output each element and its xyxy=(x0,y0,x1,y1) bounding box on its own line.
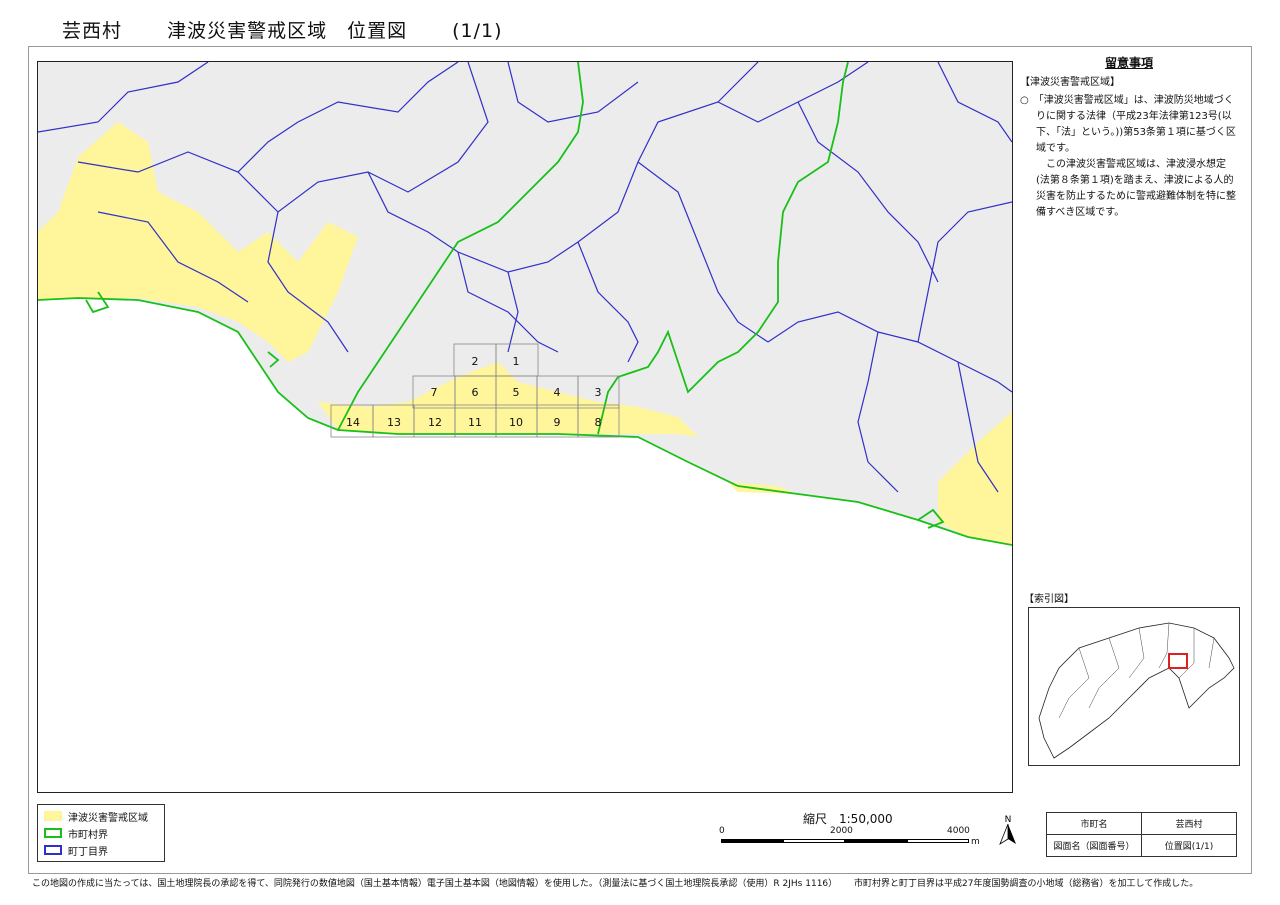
scale-tick: 4000 xyxy=(947,826,970,836)
grid-label: 6 xyxy=(472,386,479,399)
info-table: 市町名 芸西村 図面名（図面番号） 位置図(1/1) xyxy=(1046,812,1237,857)
grid-label: 13 xyxy=(387,416,401,429)
legend-item: 市町村界 xyxy=(44,826,108,841)
north-label: N xyxy=(1005,815,1012,825)
notes-paragraph-1: ○ 「津波災害警戒区域」は、津波防災地域づくりに関する法律（平成23年法律第12… xyxy=(1020,95,1236,154)
scale-segment xyxy=(721,839,783,843)
scale-segment xyxy=(907,839,969,843)
legend-label: 津波災害警戒区域 xyxy=(68,812,148,824)
page-number: (1/1) xyxy=(452,20,503,42)
north-arrow: N xyxy=(996,812,1020,848)
legend-item: 津波災害警戒区域 xyxy=(44,809,148,824)
scale-segment xyxy=(845,839,907,843)
grid-label: 7 xyxy=(431,386,438,399)
info-key: 市町名 xyxy=(1046,812,1142,835)
index-map-canvas xyxy=(1038,622,1235,759)
legend-label: 町丁目界 xyxy=(68,846,108,858)
notes-section: 【津波災害警戒区域】 xyxy=(1020,77,1120,88)
info-key: 図面名（図面番号） xyxy=(1046,834,1142,857)
prefecture-outline xyxy=(1038,622,1235,759)
scale-unit: m xyxy=(971,837,980,847)
scale-title: 縮尺 1:50,000 xyxy=(803,812,893,826)
grid-label: 5 xyxy=(513,386,520,399)
grid-label: 14 xyxy=(346,416,360,429)
grid-label: 8 xyxy=(595,416,602,429)
legend-swatch-district xyxy=(44,845,62,855)
table-row: 図面名（図面番号） 位置図(1/1) xyxy=(1046,834,1237,857)
footer-text-b: 市町村界と町丁目界は平成27年度国勢調査の小地域（総務省）を加工して作成した。 xyxy=(854,879,1199,889)
legend-swatch-municipal xyxy=(44,828,62,838)
notes-heading: 留意事項 xyxy=(1104,56,1153,70)
village-name: 芸西村 xyxy=(62,20,123,42)
north-arrow-icon: N xyxy=(999,815,1016,845)
footer-note: この地図の作成に当たっては、国土地理院長の承認を得て、同院発行の数値地図（国土基… xyxy=(32,876,1198,889)
info-value: 位置図(1/1) xyxy=(1141,834,1237,857)
legend-label: 市町村界 xyxy=(68,829,108,841)
grid-label: 12 xyxy=(428,416,442,429)
page-header: 芸西村 津波災害警戒区域 位置図 (1/1) xyxy=(62,16,541,43)
grid-label: 10 xyxy=(509,416,523,429)
map-title: 津波災害警戒区域 位置図 xyxy=(167,20,408,42)
scale-bar: 縮尺 1:50,000 0 2000 4000 m xyxy=(715,810,985,850)
grid-label: 11 xyxy=(468,416,482,429)
grid-label: 2 xyxy=(472,355,479,368)
notes-panel: 留意事項 【津波災害警戒区域】 ○ 「津波災害警戒区域」は、津波防災地域づくりに… xyxy=(1020,55,1238,221)
notes-paragraph-2: この津波災害警戒区域は、津波浸水想定(法第８条第１項)を踏まえ、津波による人的災… xyxy=(1036,159,1236,218)
footer-text-a: この地図の作成に当たっては、国土地理院長の承認を得て、同院発行の数値地図（国土基… xyxy=(32,879,838,889)
location-map[interactable]: 2 1 7 6 5 4 3 14 13 12 11 10 9 8 xyxy=(37,61,1013,793)
grid-label: 9 xyxy=(554,416,561,429)
table-row: 市町名 芸西村 xyxy=(1046,812,1237,835)
info-value: 芸西村 xyxy=(1141,812,1237,835)
index-map-label: 【索引図】 xyxy=(1024,594,1074,605)
grid-label: 3 xyxy=(595,386,602,399)
scale-tick: 2000 xyxy=(830,826,853,836)
legend: 津波災害警戒区域 市町村界 町丁目界 xyxy=(37,804,165,862)
index-map xyxy=(1028,607,1240,766)
grid-label: 4 xyxy=(554,386,561,399)
grid-label: 1 xyxy=(513,355,520,368)
legend-swatch-zone xyxy=(44,811,62,821)
legend-item: 町丁目界 xyxy=(44,843,108,858)
scale-tick: 0 xyxy=(719,826,725,836)
map-canvas: 2 1 7 6 5 4 3 14 13 12 11 10 9 8 xyxy=(38,62,1012,546)
scale-segment xyxy=(783,839,845,843)
